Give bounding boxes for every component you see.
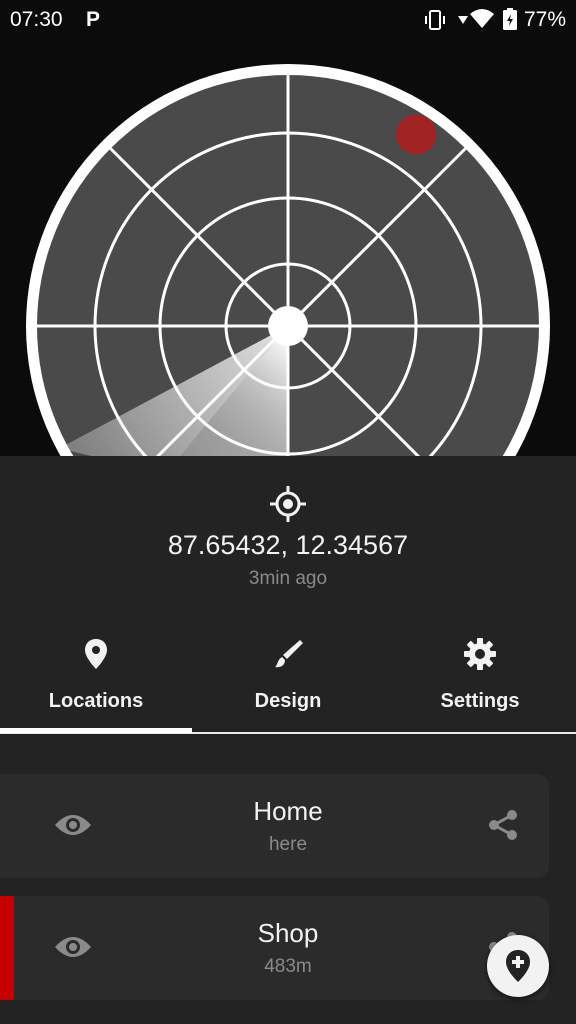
radar-view bbox=[0, 40, 576, 456]
location-pin-icon bbox=[85, 639, 107, 669]
add-location-icon bbox=[506, 950, 530, 982]
notification-p-icon: P bbox=[86, 8, 101, 31]
tab-design[interactable]: Design bbox=[192, 626, 384, 730]
add-location-button[interactable] bbox=[487, 935, 549, 997]
battery-icon bbox=[503, 8, 517, 30]
radar-center-dot bbox=[268, 306, 308, 346]
tab-selected-indicator bbox=[0, 728, 192, 733]
signal-icon bbox=[458, 16, 468, 24]
battery-percent: 77% bbox=[524, 8, 567, 31]
tab-bar: Locations Design Settings bbox=[0, 626, 576, 736]
tab-settings[interactable]: Settings bbox=[384, 626, 576, 730]
last-updated: 3min ago bbox=[248, 568, 328, 589]
wifi-icon bbox=[470, 9, 494, 28]
vibrate-icon bbox=[425, 10, 445, 30]
status-bar: 07:30 P 77% bbox=[0, 0, 576, 40]
status-time: 07:30 bbox=[10, 8, 63, 31]
tab-settings-label: Settings bbox=[440, 690, 520, 712]
current-coordinates: 87.65432, 12.34567 bbox=[167, 530, 409, 560]
tab-design-label: Design bbox=[254, 690, 322, 712]
location-card-home[interactable]: Home here bbox=[0, 774, 549, 878]
radar-target-dot bbox=[396, 114, 436, 154]
tab-locations[interactable]: Locations bbox=[0, 626, 192, 730]
share-icon[interactable] bbox=[486, 808, 520, 842]
location-card-shop[interactable]: Shop 483m bbox=[0, 896, 549, 1000]
gear-icon bbox=[464, 638, 496, 670]
radar-display bbox=[26, 64, 550, 456]
tab-locations-label: Locations bbox=[48, 690, 144, 712]
brush-icon bbox=[275, 640, 303, 668]
crosshair-icon[interactable] bbox=[268, 484, 308, 524]
